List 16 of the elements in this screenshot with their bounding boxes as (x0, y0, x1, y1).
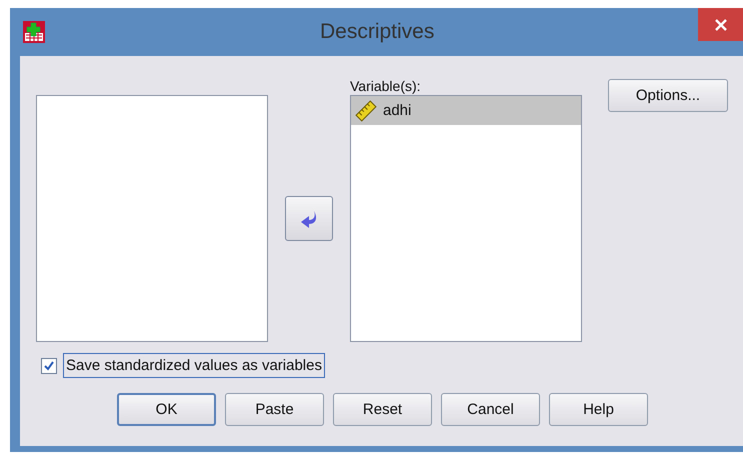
app-icon (22, 20, 46, 44)
move-button[interactable] (285, 196, 333, 241)
window-title: Descriptives (320, 20, 434, 44)
close-icon (714, 18, 728, 32)
list-item[interactable]: adhi (351, 96, 581, 125)
variables-label: Variable(s): (350, 79, 422, 93)
checkbox[interactable] (41, 358, 57, 374)
checkbox-label[interactable]: Save standardized values as variables (63, 353, 325, 378)
dialog-button[interactable]: Reset (333, 393, 432, 426)
close-button[interactable] (698, 8, 743, 41)
dialog-button[interactable]: Paste (225, 393, 324, 426)
dialog-button[interactable]: Cancel (441, 393, 540, 426)
dialog-button[interactable]: OK (117, 393, 216, 426)
options-button[interactable]: Options... (608, 79, 728, 112)
variables-list[interactable]: adhi (350, 95, 582, 342)
dialog-button[interactable]: Help (549, 393, 648, 426)
